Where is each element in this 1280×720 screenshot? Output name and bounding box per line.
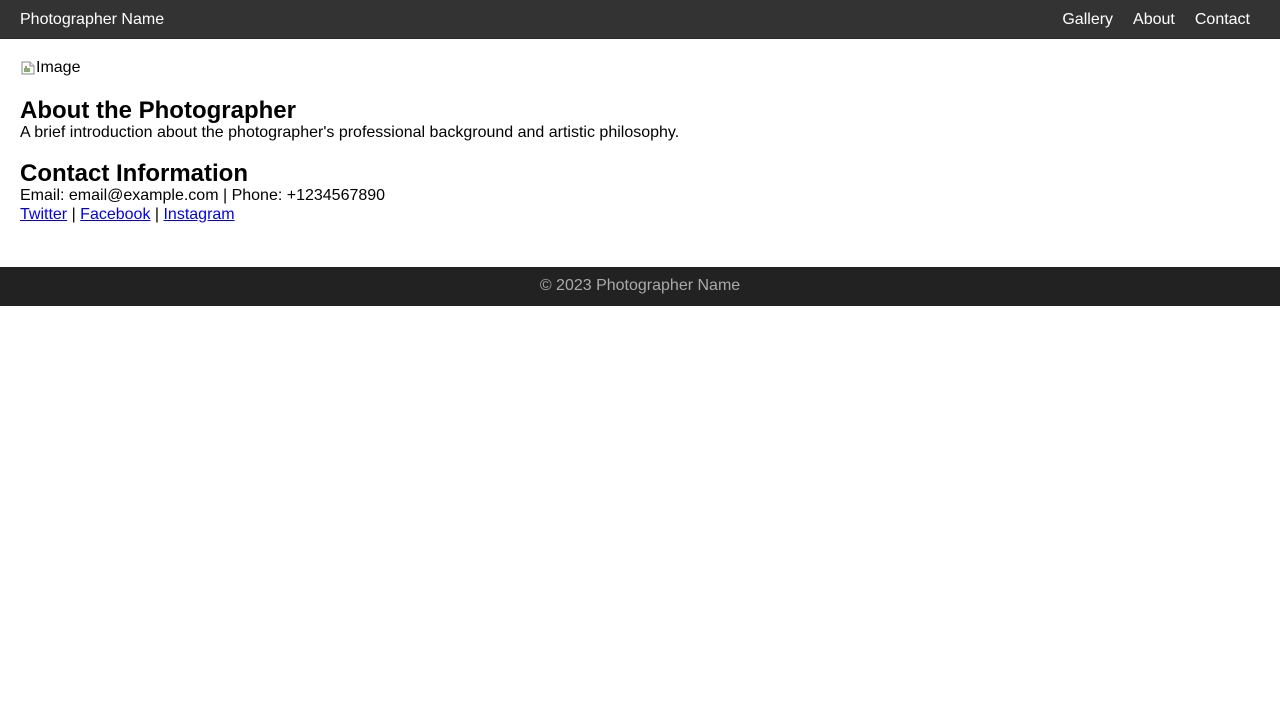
footer-copyright: © 2023 Photographer Name: [539, 277, 741, 294]
site-footer: © 2023 Photographer Name: [0, 267, 1280, 306]
hero-image: Image: [20, 59, 1260, 76]
about-section: About the Photographer A brief introduct…: [20, 98, 1260, 142]
social-links: Twitter | Facebook | Instagram: [20, 205, 1260, 225]
broken-image-icon: [20, 60, 36, 76]
nav-contact[interactable]: Contact: [1195, 0, 1250, 39]
main-content: Image About the Photographer A brief int…: [0, 39, 1280, 225]
contact-section: Contact Information Email: email@example…: [20, 161, 1260, 225]
twitter-link[interactable]: Twitter: [20, 206, 67, 223]
separator: |: [150, 206, 164, 223]
top-navbar: Photographer Name Gallery About Contact: [0, 0, 1280, 39]
about-text: A brief introduction about the photograp…: [20, 124, 680, 141]
nav-about[interactable]: About: [1133, 0, 1175, 39]
site-brand[interactable]: Photographer Name: [20, 0, 164, 39]
facebook-link[interactable]: Facebook: [80, 206, 150, 223]
image-alt-text: Image: [36, 59, 81, 76]
nav-gallery[interactable]: Gallery: [1062, 0, 1113, 39]
contact-title: Contact Information: [20, 160, 248, 187]
separator: |: [67, 206, 81, 223]
about-title: About the Photographer: [20, 97, 296, 124]
main-nav: Gallery About Contact: [1062, 0, 1250, 39]
contact-details: Email: email@example.com | Phone: +12345…: [20, 187, 386, 204]
instagram-link[interactable]: Instagram: [163, 206, 234, 223]
